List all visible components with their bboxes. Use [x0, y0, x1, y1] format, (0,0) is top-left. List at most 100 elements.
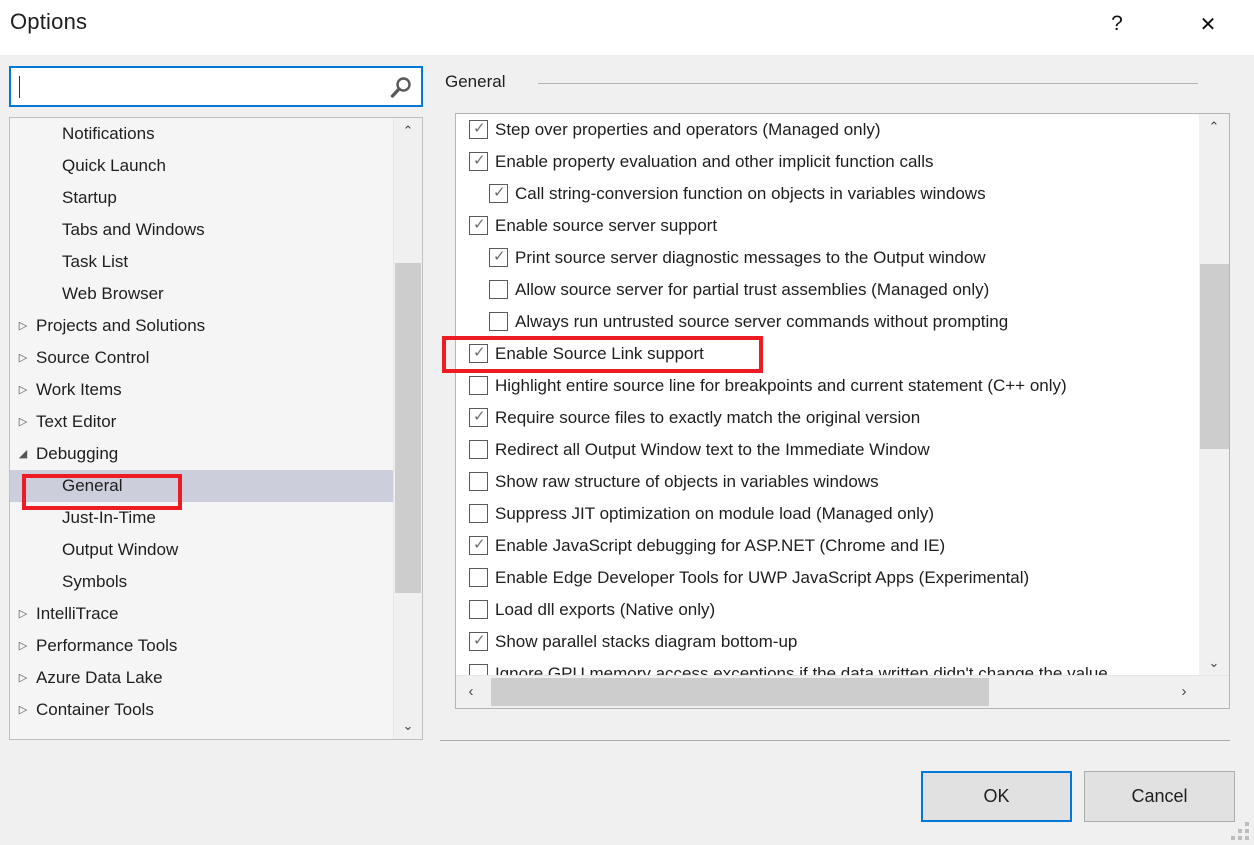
chevron-right-icon[interactable]: ▷ [16, 374, 30, 406]
tree-item-output-window[interactable]: Output Window [10, 534, 395, 566]
checkbox-checked[interactable]: ✓ [469, 536, 488, 555]
tree-item-debugging[interactable]: ◢Debugging [10, 438, 395, 470]
resize-grip[interactable] [1231, 822, 1249, 840]
option-redirect-all-output-window-text-to-the-immediate[interactable]: Redirect all Output Window text to the I… [456, 434, 1198, 466]
checkmark-icon: ✓ [473, 151, 486, 170]
options-checkbox-list[interactable]: ✓ Step over properties and operators (Man… [455, 113, 1230, 709]
chevron-left-icon[interactable]: ‹ [456, 676, 486, 707]
tree-item-label: Performance Tools [36, 630, 177, 662]
checkbox-unchecked[interactable] [469, 472, 488, 491]
checkbox-unchecked[interactable] [469, 504, 488, 523]
tree-item-source-control[interactable]: ▷Source Control [10, 342, 395, 374]
tree-item-projects-and-solutions[interactable]: ▷Projects and Solutions [10, 310, 395, 342]
search-box[interactable] [9, 66, 423, 107]
option-label: Enable property evaluation and other imp… [495, 150, 933, 174]
checkbox-checked[interactable]: ✓ [469, 408, 488, 427]
tree-item-label: Web Browser [62, 278, 164, 310]
checkbox-checked[interactable]: ✓ [469, 120, 488, 139]
option-suppress-jit-optimization-on-module-load-managed[interactable]: Suppress JIT optimization on module load… [456, 498, 1198, 530]
chevron-down-icon[interactable]: ⌄ [394, 713, 422, 739]
checkbox-checked[interactable]: ✓ [469, 344, 488, 363]
tree-item-symbols[interactable]: Symbols [10, 566, 395, 598]
options-horizontal-scrollbar[interactable]: ‹ › [456, 675, 1229, 708]
tree-item-notifications[interactable]: Notifications [10, 118, 395, 150]
chevron-right-icon[interactable]: ▷ [16, 406, 30, 438]
tree-item-azure-data-lake[interactable]: ▷Azure Data Lake [10, 662, 395, 694]
chevron-right-icon[interactable]: ▷ [16, 694, 30, 726]
tree-item-container-tools[interactable]: ▷Container Tools [10, 694, 395, 726]
tree-item-intellitrace[interactable]: ▷IntelliTrace [10, 598, 395, 630]
checkbox-unchecked[interactable] [469, 600, 488, 619]
option-load-dll-exports-native-only[interactable]: Load dll exports (Native only) [456, 594, 1198, 626]
option-highlight-entire-source-line-for-breakpoints-and[interactable]: Highlight entire source line for breakpo… [456, 370, 1198, 402]
help-icon[interactable]: ? [1094, 0, 1140, 48]
option-allow-source-server-for-partial-trust-assemblies[interactable]: Allow source server for partial trust as… [456, 274, 1198, 306]
chevron-right-icon[interactable]: ▷ [16, 310, 30, 342]
chevron-right-icon[interactable]: ▷ [16, 662, 30, 694]
tree-item-label: Projects and Solutions [36, 310, 205, 342]
close-icon[interactable]: ✕ [1185, 0, 1231, 48]
chevron-down-icon[interactable]: ◢ [16, 438, 30, 470]
option-label: Require source files to exactly match th… [495, 406, 920, 430]
chevron-up-icon[interactable]: ⌃ [394, 118, 422, 144]
option-label: Load dll exports (Native only) [495, 598, 715, 622]
chevron-right-icon[interactable]: ▷ [16, 598, 30, 630]
option-enable-source-link-support[interactable]: ✓Enable Source Link support [456, 338, 1198, 370]
options-category-tree[interactable]: NotificationsQuick LaunchStartupTabs and… [9, 117, 423, 740]
checkbox-unchecked[interactable] [489, 280, 508, 299]
ok-button[interactable]: OK [921, 771, 1072, 822]
chevron-right-icon[interactable]: › [1169, 676, 1199, 707]
scrollbar-thumb[interactable] [395, 263, 421, 593]
tree-item-just-in-time[interactable]: Just-In-Time [10, 502, 395, 534]
option-print-source-server-diagnostic-messages-to-the-o[interactable]: ✓Print source server diagnostic messages… [456, 242, 1198, 274]
option-enable-source-server-support[interactable]: ✓Enable source server support [456, 210, 1198, 242]
chevron-right-icon[interactable]: ▷ [16, 342, 30, 374]
options-list: ✓ Step over properties and operators (Man… [456, 114, 1198, 690]
checkbox-unchecked[interactable] [489, 312, 508, 331]
checkbox-checked[interactable]: ✓ [489, 248, 508, 267]
option-label: Allow source server for partial trust as… [515, 278, 989, 302]
tree-item-startup[interactable]: Startup [10, 182, 395, 214]
tree-item-task-list[interactable]: Task List [10, 246, 395, 278]
option-require-source-files-to-exactly-match-the-origin[interactable]: ✓ Require source files to exactly match t… [456, 402, 1198, 434]
checkbox-unchecked[interactable] [469, 440, 488, 459]
checkbox-checked[interactable]: ✓ [469, 632, 488, 651]
cancel-button[interactable]: Cancel [1084, 771, 1235, 822]
checkbox-checked[interactable]: ✓ [469, 216, 488, 235]
tree-item-tabs-and-windows[interactable]: Tabs and Windows [10, 214, 395, 246]
option-label: Enable JavaScript debugging for ASP.NET … [495, 534, 945, 558]
option-enable-edge-developer-tools-for-uwp-javascript-a[interactable]: Enable Edge Developer Tools for UWP Java… [456, 562, 1198, 594]
options-vertical-scrollbar[interactable]: ⌃ ⌄ [1199, 114, 1229, 676]
tree-item-work-items[interactable]: ▷Work Items [10, 374, 395, 406]
option-step-over-properties-and-operators-managed-only[interactable]: ✓ Step over properties and operators (Man… [456, 114, 1198, 146]
checkmark-icon: ✓ [473, 535, 486, 554]
search-input[interactable] [17, 68, 387, 105]
scrollbar-thumb[interactable] [491, 678, 989, 706]
tree-item-text-editor[interactable]: ▷Text Editor [10, 406, 395, 438]
tree-vertical-scrollbar[interactable]: ⌃ ⌄ [393, 118, 422, 739]
chevron-up-icon[interactable]: ⌃ [1199, 114, 1229, 140]
option-show-raw-structure-of-objects-in-variables-windo[interactable]: Show raw structure of objects in variabl… [456, 466, 1198, 498]
option-enable-property-evaluation-and-other-implicit-fu[interactable]: ✓ Enable property evaluation and other im… [456, 146, 1198, 178]
scrollbar-thumb[interactable] [1200, 264, 1229, 449]
option-enable-javascript-debugging-for-asp-net-chrome-a[interactable]: ✓ Enable JavaScript debugging for ASP.NET… [456, 530, 1198, 562]
checkbox-unchecked[interactable] [469, 568, 488, 587]
option-show-parallel-stacks-diagram-bottom-up[interactable]: ✓Show parallel stacks diagram bottom-up [456, 626, 1198, 658]
checkbox-unchecked[interactable] [469, 376, 488, 395]
option-label: Show raw structure of objects in variabl… [495, 470, 879, 494]
option-label: Step over properties and operators (Mana… [495, 118, 881, 142]
checkbox-checked[interactable]: ✓ [469, 152, 488, 171]
option-always-run-untrusted-source-server-commands-with[interactable]: Always run untrusted source server comma… [456, 306, 1198, 338]
option-label: Redirect all Output Window text to the I… [495, 438, 930, 462]
tree-item-general[interactable]: General [10, 470, 395, 502]
tree-item-performance-tools[interactable]: ▷Performance Tools [10, 630, 395, 662]
chevron-right-icon[interactable]: ▷ [16, 630, 30, 662]
tree-item-quick-launch[interactable]: Quick Launch [10, 150, 395, 182]
tree-item-label: Symbols [62, 566, 127, 598]
checkbox-checked[interactable]: ✓ [489, 184, 508, 203]
option-label: Highlight entire source line for breakpo… [495, 374, 1067, 398]
chevron-down-icon[interactable]: ⌄ [1199, 650, 1229, 676]
tree-item-web-browser[interactable]: Web Browser [10, 278, 395, 310]
search-icon[interactable] [388, 75, 414, 101]
option-call-string-conversion-function-on-objects-in-va[interactable]: ✓Call string-conversion function on obje… [456, 178, 1198, 210]
